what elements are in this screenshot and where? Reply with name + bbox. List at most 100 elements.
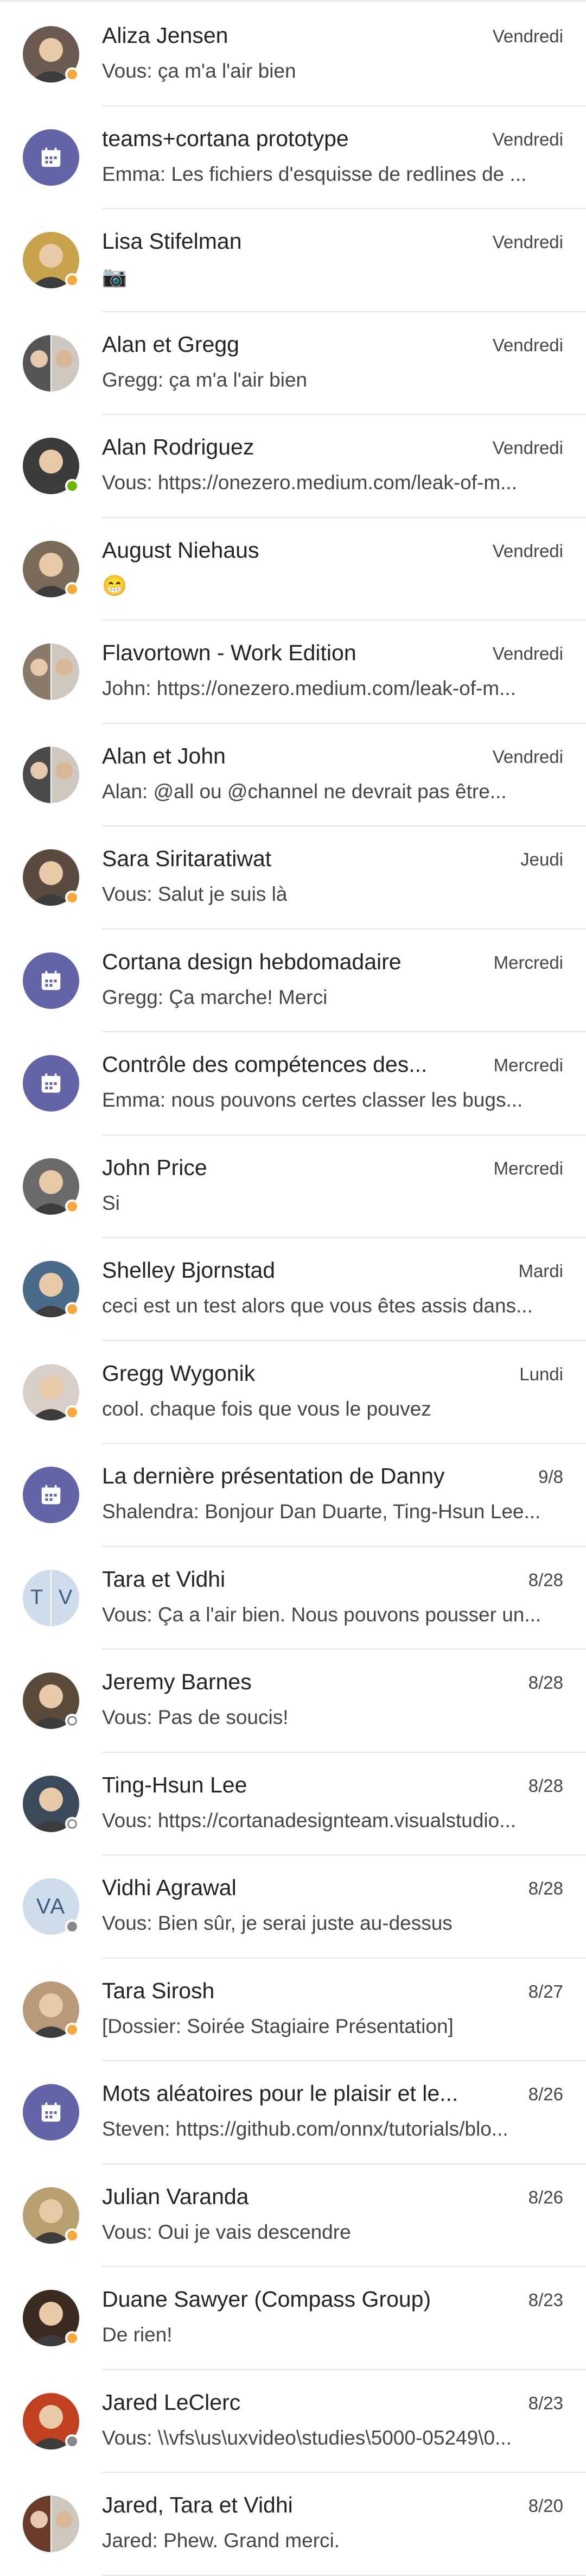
chat-name: Mots aléatoires pour le plaisir et le... [102, 2081, 458, 2106]
chat-row[interactable]: Sara Siritaratiwat Jeudi Vous: Salut je su… [0, 826, 586, 930]
meeting-avatar [23, 1467, 79, 1523]
chat-timestamp: Vendredi [492, 746, 563, 767]
chat-row[interactable]: T V Tara et Vidhi 8/28 Vous: Ça a l'air bien… [0, 1547, 586, 1650]
chat-name: Ting-Hsun Lee [102, 1772, 247, 1797]
user-photo-avatar [23, 1981, 79, 2038]
meeting-avatar [23, 1055, 79, 1112]
chat-preview: Vous: Oui je vais descendre [102, 2220, 351, 2243]
chat-preview: ceci est un test alors que vous êtes ass… [102, 1295, 533, 1317]
presence-away-icon [65, 582, 79, 596]
chat-name: teams+cortana prototype [102, 125, 349, 151]
chat-preview: Emma: Les fichiers d'esquisse de redline… [102, 162, 527, 185]
presence-away-icon [65, 2022, 79, 2037]
chat-name: John Price [102, 1154, 207, 1180]
user-photo-avatar [23, 26, 79, 83]
chat-row[interactable]: John Price Mercredi Si [0, 1135, 586, 1238]
chat-timestamp: 8/26 [528, 2187, 563, 2207]
chat-preview: John: https://onezero.medium.com/leak-of… [102, 677, 516, 699]
chat-preview: Vous: https://onezero.medium.com/leak-of… [102, 471, 517, 494]
user-photo-avatar [23, 232, 79, 288]
chat-row[interactable]: Gregg Wygonik Lundi cool. chaque fois que … [0, 1341, 586, 1444]
chat-row[interactable]: Flavortown - Work Edition Vendredi John: h… [0, 621, 586, 724]
chat-name: Shelley Bjornstad [102, 1258, 276, 1283]
chat-timestamp: 8/20 [528, 2496, 563, 2516]
calendar-icon [41, 1485, 61, 1505]
chat-row[interactable]: Aliza Jensen Vendredi Vous: ça m'a l'air b… [0, 3, 586, 106]
presence-away-icon [65, 67, 79, 81]
calendar-icon [41, 1073, 61, 1093]
chat-preview: Vous: Salut je suis là [102, 883, 288, 905]
presence-away-icon [65, 2228, 79, 2243]
user-photo-avatar [23, 1261, 79, 1317]
group-photo-avatar [23, 334, 79, 392]
chat-preview: Emma: nous pouvons certes classer les bu… [102, 1089, 523, 1111]
chat-name: Sara Siritaratiwat [102, 846, 272, 871]
chat-name: Duane Sawyer (Compass Group) [102, 2287, 431, 2312]
chat-row[interactable]: Jared, Tara et Vidhi 8/20 Jared: Phew. Gra… [0, 2473, 586, 2576]
chat-row[interactable]: August Niehaus Vendredi 😁 [0, 518, 586, 621]
chat-timestamp: Vendredi [492, 643, 563, 664]
presence-unknown-icon [65, 2434, 79, 2448]
user-photo-avatar [23, 438, 79, 494]
chat-name: Flavortown - Work Edition [102, 640, 356, 665]
chat-row[interactable]: Lisa Stifelman Vendredi 📷 [0, 209, 586, 312]
chat-row[interactable]: Alan et John Vendredi Alan: @all ou @chann… [0, 724, 586, 826]
chat-timestamp: Mercredi [493, 1055, 563, 1075]
chat-row[interactable]: Duane Sawyer (Compass Group) 8/23 De rien! [0, 2267, 586, 2370]
chat-row[interactable]: Tara Sirosh 8/27 [Dossier: Soirée Stagiair… [0, 1959, 586, 2061]
chat-preview: Vous: https://cortanadesignteam.visualst… [102, 1809, 517, 1832]
presence-away-icon [65, 1302, 79, 1316]
chat-timestamp: Mercredi [493, 952, 563, 973]
meeting-avatar [23, 2084, 79, 2141]
chat-preview: Shalendra: Bonjour Dan Duarte, Ting-Hsun… [102, 1500, 541, 1523]
chat-timestamp: 8/26 [528, 2084, 563, 2104]
presence-away-icon [65, 1405, 79, 1419]
chat-row[interactable]: Mots aléatoires pour le plaisir et le...… [0, 2061, 586, 2164]
chat-name: Julian Varanda [102, 2183, 249, 2209]
user-photo-avatar [23, 2290, 79, 2346]
chat-preview: Steven: https://github.com/onnx/tutorial… [102, 2118, 508, 2140]
chat-timestamp: Vendredi [492, 438, 563, 458]
chat-row[interactable]: Alan Rodriguez Vendredi Vous: https://onez… [0, 415, 586, 518]
chat-timestamp: Mercredi [493, 1158, 563, 1178]
user-photo-avatar [23, 540, 79, 597]
chat-preview: Gregg: ça m'a l'air bien [102, 368, 308, 391]
meeting-avatar [23, 952, 79, 1009]
presence-offline-icon [65, 1714, 79, 1728]
chat-preview: cool. chaque fois que vous le pouvez [102, 1397, 431, 1420]
chat-timestamp: 8/28 [528, 1775, 563, 1796]
user-photo-avatar [23, 1775, 79, 1832]
chat-preview: Vous: Ça a l'air bien. Nous pouvons pous… [102, 1603, 542, 1626]
chat-preview: Jared: Phew. Grand merci. [102, 2529, 340, 2552]
chat-row[interactable]: teams+cortana prototype Vendredi Emma: Les… [0, 106, 586, 209]
chat-name: Jared LeClerc [102, 2389, 241, 2415]
chat-row[interactable]: Contrôle des compétences des... Mercredi E… [0, 1032, 586, 1135]
chat-row[interactable]: VA Vidhi Agrawal 8/28 Vous: Bien sûr, je se… [0, 1855, 586, 1959]
group-initials-avatar: TV [23, 1569, 79, 1626]
chat-timestamp: Lundi [519, 1363, 563, 1384]
chat-timestamp: Vendredi [492, 334, 563, 355]
chat-row[interactable]: Jeremy Barnes 8/28 Vous: Pas de soucis! [0, 1650, 586, 1753]
chat-preview: Vous: \\vfs\us\uxvideo\studies\5000-0524… [102, 2426, 512, 2449]
chat-timestamp: 8/28 [528, 1569, 563, 1590]
user-photo-avatar [23, 1363, 79, 1420]
user-photo-avatar [23, 2392, 79, 2449]
chat-preview: Alan: @all ou @channel ne devrait pas êt… [102, 780, 507, 803]
chat-row[interactable]: La dernière présentation de Danny 9/8 Shal… [0, 1444, 586, 1547]
chat-preview: Vous: Pas de soucis! [102, 1706, 289, 1728]
chat-row[interactable]: Ting-Hsun Lee 8/28 Vous: https://cortanade… [0, 1753, 586, 1855]
presence-unknown-icon [65, 1920, 79, 1934]
calendar-icon [41, 147, 61, 167]
chat-timestamp: 8/23 [528, 2290, 563, 2310]
chat-row[interactable]: Alan et Gregg Vendredi Gregg: ça m'a l'air… [0, 312, 586, 415]
chat-row[interactable]: Shelley Bjornstad Mardi ceci est un test a… [0, 1238, 586, 1341]
chat-row[interactable]: Jared LeClerc 8/23 Vous: \\vfs\us\uxvideo\… [0, 2370, 586, 2473]
chat-preview: 📷 [102, 266, 128, 288]
presence-available-icon [65, 479, 79, 493]
chat-row[interactable]: Julian Varanda 8/26 Vous: Oui je vais desc… [0, 2164, 586, 2267]
chat-name: Aliza Jensen [102, 23, 228, 48]
chat-row[interactable]: Cortana design hebdomadaire Mercredi Gregg… [0, 930, 586, 1032]
chat-name: Alan Rodriguez [102, 434, 254, 459]
chat-preview: Gregg: Ça marche! Merci [102, 986, 328, 1008]
chat-preview: Vous: ça m'a l'air bien [102, 60, 296, 82]
